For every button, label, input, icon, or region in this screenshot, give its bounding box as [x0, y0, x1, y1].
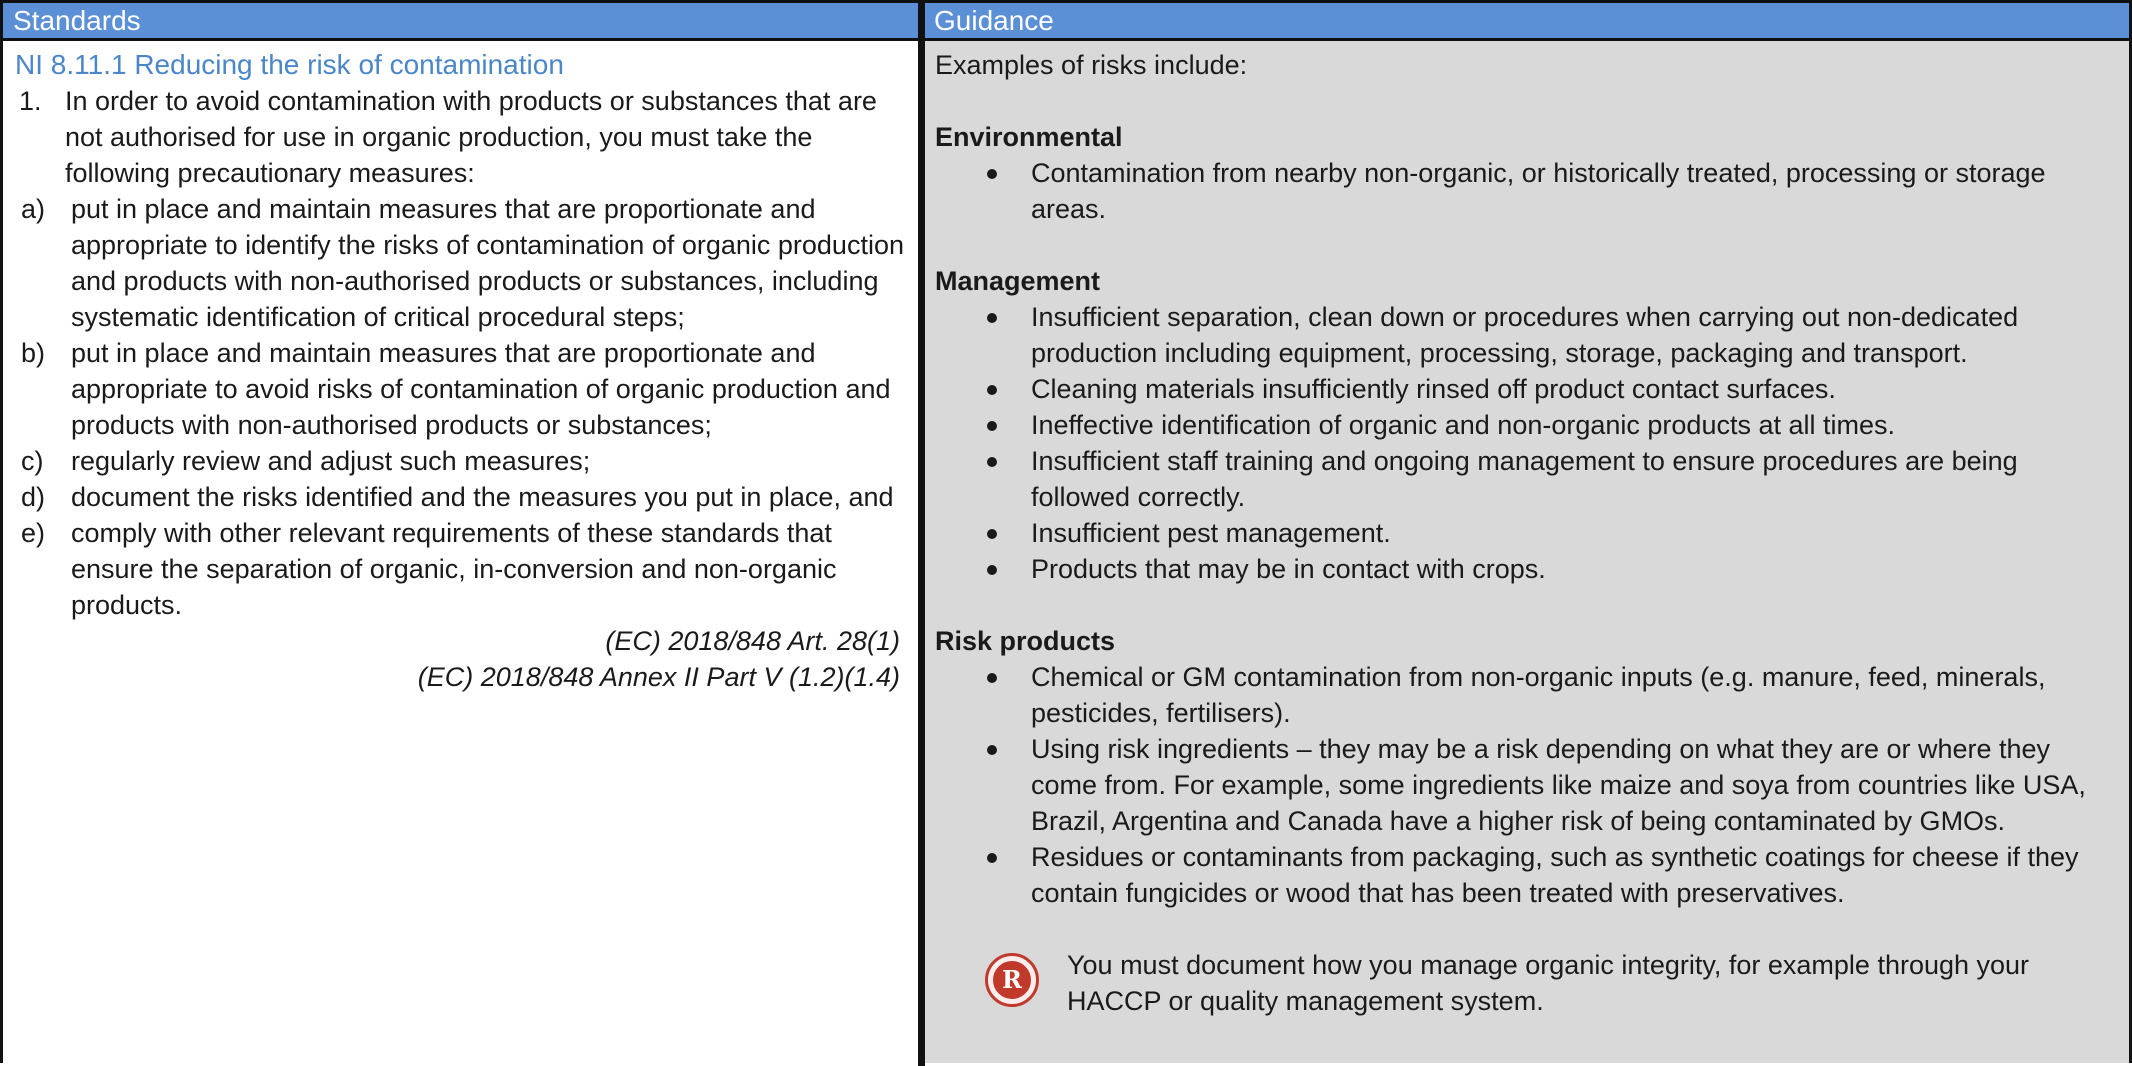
bullet-dot-icon — [987, 457, 997, 467]
bullet-dot-icon — [987, 745, 997, 755]
bullet-text: Residues or contaminants from packaging,… — [1031, 842, 2079, 908]
bullet-list-risk-products: Chemical or GM contamination from non-or… — [935, 659, 2119, 911]
item-text: In order to avoid contamination with pro… — [65, 86, 877, 188]
bullet-dot-icon — [987, 853, 997, 863]
sub-item-letter: e) — [21, 518, 46, 548]
sub-item-e: e) comply with other relevant requiremen… — [15, 515, 906, 623]
sub-item-text: comply with other relevant requirements … — [71, 518, 837, 620]
table-header: Standards Guidance — [3, 3, 2129, 41]
registered-r-icon: R — [985, 953, 1039, 1007]
r-letter: R — [993, 961, 1031, 999]
bullet-dot-icon — [987, 421, 997, 431]
bullet-text: Using risk ingredients – they may be a r… — [1031, 734, 2086, 836]
note-text: You must document how you manage organic… — [1067, 950, 2030, 1016]
bullet-item: Using risk ingredients – they may be a r… — [935, 731, 2119, 839]
header-standards: Standards — [13, 5, 141, 36]
record-keeping-note: R You must document how you manage organ… — [935, 947, 2119, 1019]
legal-references: (EC) 2018/848 Art. 28(1) (EC) 2018/848 A… — [15, 623, 906, 695]
bullet-item: Contamination from nearby non-organic, o… — [935, 155, 2119, 227]
bullet-text: Insufficient separation, clean down or p… — [1031, 302, 2019, 368]
section-heading-management: Management — [935, 266, 1101, 296]
bullet-dot-icon — [987, 565, 997, 575]
bullet-item: Ineffective identification of organic an… — [935, 407, 2119, 443]
guidance-intro: Examples of risks include: — [935, 50, 1248, 80]
bullet-dot-icon — [987, 169, 997, 179]
standards-guidance-table: Standards Guidance NI 8.11.1 Reducing th… — [0, 0, 2132, 1066]
sub-item-letter: c) — [21, 446, 44, 476]
section-heading-risk-products: Risk products — [935, 626, 1116, 656]
standards-column: NI 8.11.1 Reducing the risk of contamina… — [3, 41, 918, 1063]
sub-item-d: d) document the risks identified and the… — [15, 479, 906, 515]
header-guidance: Guidance — [934, 5, 1054, 36]
bullet-text: Products that may be in contact with cro… — [1031, 554, 1546, 584]
item-number: 1. — [19, 86, 42, 116]
bullet-item: Insufficient pest management. — [935, 515, 2119, 551]
bullet-item: Insufficient staff training and ongoing … — [935, 443, 2119, 515]
standard-item-1: 1. In order to avoid contamination with … — [15, 83, 906, 191]
section-heading-environmental: Environmental — [935, 122, 1123, 152]
sub-item-letter: b) — [21, 338, 46, 368]
sub-item-text: put in place and maintain measures that … — [71, 194, 904, 332]
sub-item-text: put in place and maintain measures that … — [71, 338, 891, 440]
bullet-item: Insufficient separation, clean down or p… — [935, 299, 2119, 371]
bullet-dot-icon — [987, 529, 997, 539]
reference-line: (EC) 2018/848 Art. 28(1) — [605, 626, 900, 656]
sub-item-list: a) put in place and maintain measures th… — [15, 191, 906, 623]
guidance-column: Examples of risks include: Environmental… — [925, 41, 2129, 1063]
bullet-dot-icon — [987, 673, 997, 683]
bullet-list-environmental: Contamination from nearby non-organic, o… — [935, 155, 2119, 227]
standard-title: NI 8.11.1 Reducing the risk of contamina… — [15, 49, 564, 80]
bullet-text: Insufficient pest management. — [1031, 518, 1391, 548]
bullet-item: Cleaning materials insufficiently rinsed… — [935, 371, 2119, 407]
bullet-text: Contamination from nearby non-organic, o… — [1031, 158, 2046, 224]
bullet-dot-icon — [987, 385, 997, 395]
sub-item-letter: a) — [21, 194, 46, 224]
bullet-item: Chemical or GM contamination from non-or… — [935, 659, 2119, 731]
bullet-dot-icon — [987, 313, 997, 323]
sub-item-text: document the risks identified and the me… — [71, 482, 894, 512]
column-divider — [918, 3, 925, 1066]
bullet-text: Ineffective identification of organic an… — [1031, 410, 1895, 440]
bullet-text: Chemical or GM contamination from non-or… — [1031, 662, 2046, 728]
bullet-list-management: Insufficient separation, clean down or p… — [935, 299, 2119, 587]
bullet-text: Insufficient staff training and ongoing … — [1031, 446, 2018, 512]
bullet-item: Products that may be in contact with cro… — [935, 551, 2119, 587]
sub-item-a: a) put in place and maintain measures th… — [15, 191, 906, 335]
sub-item-c: c) regularly review and adjust such meas… — [15, 443, 906, 479]
bullet-text: Cleaning materials insufficiently rinsed… — [1031, 374, 1836, 404]
sub-item-text: regularly review and adjust such measure… — [71, 446, 591, 476]
sub-item-letter: d) — [21, 482, 46, 512]
bullet-item: Residues or contaminants from packaging,… — [935, 839, 2119, 911]
reference-line: (EC) 2018/848 Annex II Part V (1.2)(1.4) — [417, 662, 900, 692]
sub-item-b: b) put in place and maintain measures th… — [15, 335, 906, 443]
